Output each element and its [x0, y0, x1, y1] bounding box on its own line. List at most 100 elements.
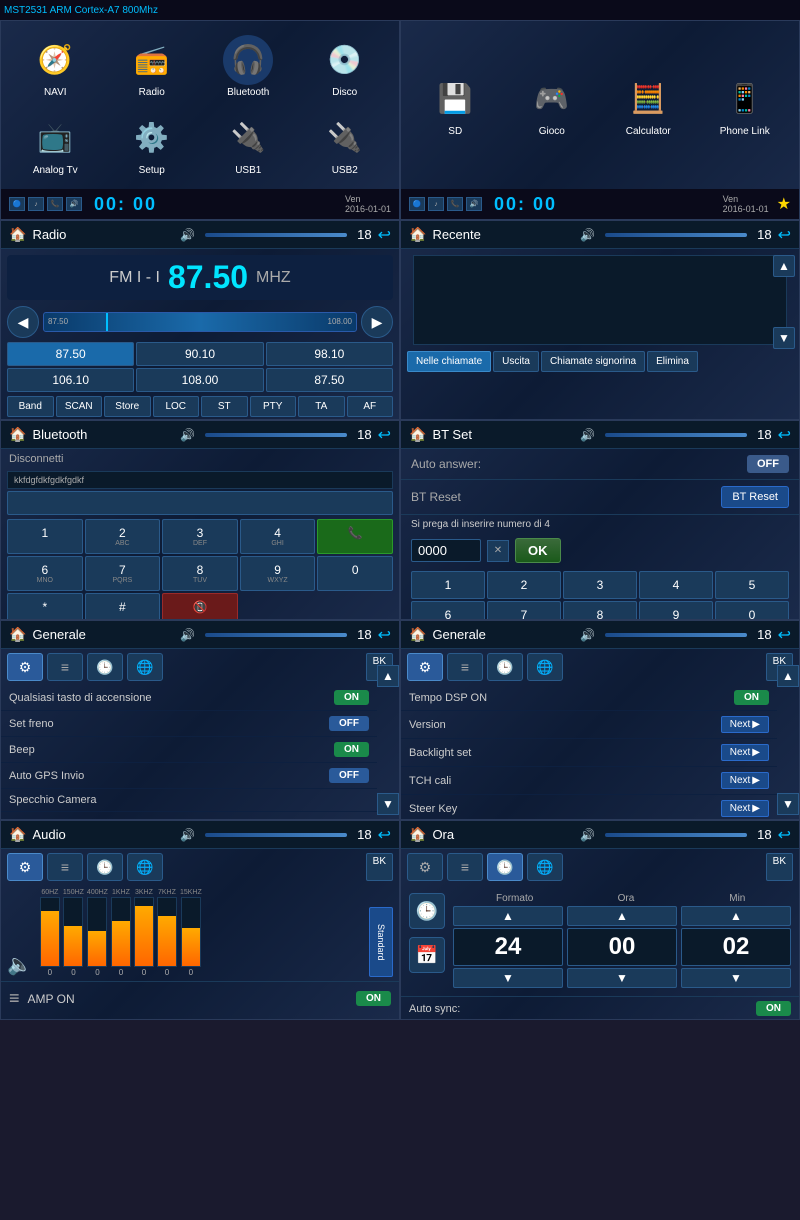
- gen1-vol-bar[interactable]: [205, 633, 347, 637]
- btset-num-9[interactable]: 9: [639, 601, 713, 620]
- app-calculator[interactable]: 🧮 Calculator: [602, 29, 695, 181]
- ora-tab-globe[interactable]: 🌐: [527, 853, 563, 881]
- gen2-back-icon[interactable]: ↩: [778, 625, 791, 645]
- ora-min-down[interactable]: ▼: [681, 968, 791, 988]
- radio-vol-bar[interactable]: [205, 233, 347, 237]
- recente-vol-icon[interactable]: 🔊: [580, 228, 595, 242]
- numpad-endcall[interactable]: 📵: [162, 593, 238, 620]
- app-disco[interactable]: 💿 Disco: [299, 29, 392, 103]
- gen2-home-icon[interactable]: 🏠: [409, 626, 426, 643]
- btset-autoanswer-toggle[interactable]: OFF: [747, 455, 789, 473]
- scroll-up-btn[interactable]: ▲: [773, 255, 795, 277]
- recente-vol-bar[interactable]: [605, 233, 747, 237]
- btset-vol-icon[interactable]: 🔊: [580, 428, 595, 442]
- gen2-vol-icon[interactable]: 🔊: [580, 628, 595, 642]
- gen2-next-2[interactable]: Next ▶: [721, 744, 769, 761]
- numpad-3[interactable]: 3DEF: [162, 519, 238, 554]
- numpad-1[interactable]: 1: [7, 519, 83, 554]
- bt-home-icon[interactable]: 🏠: [9, 426, 26, 443]
- btset-home-icon[interactable]: 🏠: [409, 426, 426, 443]
- app-setup[interactable]: ⚙️ Setup: [106, 107, 199, 181]
- btset-num-6[interactable]: 6: [411, 601, 485, 620]
- ora-ora-down[interactable]: ▼: [567, 968, 677, 988]
- gen1-scroll-up[interactable]: ▲: [377, 665, 399, 687]
- bt-vol-icon[interactable]: 🔊: [180, 428, 195, 442]
- eq-standard-btn[interactable]: Standard: [369, 907, 393, 977]
- audio-tab-eq[interactable]: ≡: [47, 853, 83, 881]
- eq-track-15khz[interactable]: [181, 897, 201, 967]
- scroll-down-btn[interactable]: ▼: [773, 327, 795, 349]
- gen1-home-icon[interactable]: 🏠: [9, 626, 26, 643]
- app-gioco[interactable]: 🎮 Gioco: [506, 29, 599, 181]
- amp-toggle[interactable]: ON: [356, 991, 391, 1006]
- app-analogtv[interactable]: 📺 Analog Tv: [9, 107, 102, 181]
- ctrl-af[interactable]: AF: [347, 396, 394, 417]
- ctrl-store[interactable]: Store: [104, 396, 151, 417]
- app-usb1[interactable]: 🔌 USB1: [202, 107, 295, 181]
- btset-pin-clear[interactable]: ✕: [487, 540, 509, 562]
- ora-calendar-icon-btn[interactable]: 📅: [409, 937, 445, 973]
- btset-num-3[interactable]: 3: [563, 571, 637, 599]
- gen2-tab-settings[interactable]: ⚙: [407, 653, 443, 681]
- btset-num-4[interactable]: 4: [639, 571, 713, 599]
- gen2-next-3[interactable]: Next ▶: [721, 772, 769, 789]
- eq-track-60hz[interactable]: [40, 897, 60, 967]
- gen2-tab-globe[interactable]: 🌐: [527, 653, 563, 681]
- gen1-tab-clock[interactable]: 🕒: [87, 653, 123, 681]
- preset-4[interactable]: 106.10: [7, 368, 134, 392]
- gen2-tab-clock[interactable]: 🕒: [487, 653, 523, 681]
- ora-min-up[interactable]: ▲: [681, 906, 791, 926]
- audio-vol-bar[interactable]: [205, 833, 347, 837]
- seek-prev-btn[interactable]: ◀: [7, 306, 39, 338]
- ora-vol-bar[interactable]: [605, 833, 747, 837]
- ora-clock-icon-btn[interactable]: 🕒: [409, 893, 445, 929]
- btset-num-8[interactable]: 8: [563, 601, 637, 620]
- ctrl-band[interactable]: Band: [7, 396, 54, 417]
- tab-elimina[interactable]: Elimina: [647, 351, 698, 372]
- app-phonelink[interactable]: 📱 Phone Link: [699, 29, 792, 181]
- numpad-8[interactable]: 8TUV: [162, 556, 238, 591]
- audio-vol-icon[interactable]: 🔊: [180, 828, 195, 842]
- ora-back-icon[interactable]: ↩: [778, 825, 791, 845]
- audio-back-icon[interactable]: ↩: [378, 825, 391, 845]
- gen2-next-1[interactable]: Next ▶: [721, 716, 769, 733]
- numpad-star[interactable]: *: [7, 593, 83, 620]
- btset-num-0[interactable]: 0: [715, 601, 789, 620]
- gen2-toggle-0[interactable]: ON: [734, 690, 769, 705]
- gen1-vol-icon[interactable]: 🔊: [180, 628, 195, 642]
- ctrl-st[interactable]: ST: [201, 396, 248, 417]
- seek-next-btn[interactable]: ▶: [361, 306, 393, 338]
- btset-num-1[interactable]: 1: [411, 571, 485, 599]
- tab-chiamate-signorina[interactable]: Chiamate signorina: [541, 351, 645, 372]
- ora-ora-up[interactable]: ▲: [567, 906, 677, 926]
- preset-6[interactable]: 87.50: [266, 368, 393, 392]
- app-navi[interactable]: 🧭 NAVI: [9, 29, 102, 103]
- ctrl-ta[interactable]: TA: [298, 396, 345, 417]
- app-bluetooth[interactable]: 🎧 Bluetooth: [202, 29, 295, 103]
- app-radio[interactable]: 📻 Radio: [106, 29, 199, 103]
- ora-sync-toggle[interactable]: ON: [756, 1001, 791, 1016]
- eq-track-150hz[interactable]: [63, 897, 83, 967]
- seek-track[interactable]: 87.50 108.00: [43, 312, 357, 332]
- tab-uscita[interactable]: Uscita: [493, 351, 539, 372]
- gen2-next-4[interactable]: Next ▶: [721, 800, 769, 817]
- gen2-vol-bar[interactable]: [605, 633, 747, 637]
- ora-tab-settings[interactable]: ⚙: [407, 853, 443, 881]
- audio-tab-globe[interactable]: 🌐: [127, 853, 163, 881]
- app-usb2[interactable]: 🔌 USB2: [299, 107, 392, 181]
- bt-disconn-label[interactable]: Disconnetti: [1, 449, 399, 469]
- bt-vol-bar[interactable]: [205, 433, 347, 437]
- ctrl-pty[interactable]: PTY: [250, 396, 297, 417]
- gen2-scroll-down[interactable]: ▼: [777, 793, 799, 815]
- gen1-toggle-1[interactable]: OFF: [329, 716, 369, 731]
- ora-vol-icon[interactable]: 🔊: [580, 828, 595, 842]
- btset-num-5[interactable]: 5: [715, 571, 789, 599]
- gen1-back-icon[interactable]: ↩: [378, 625, 391, 645]
- preset-2[interactable]: 90.10: [136, 342, 263, 366]
- numpad-0[interactable]: 0: [317, 556, 393, 591]
- btset-num-2[interactable]: 2: [487, 571, 561, 599]
- numpad-6[interactable]: 6MNO: [7, 556, 83, 591]
- ora-formato-down[interactable]: ▼: [453, 968, 563, 988]
- numpad-9[interactable]: 9WXYZ: [240, 556, 316, 591]
- eq-track-3khz[interactable]: [134, 897, 154, 967]
